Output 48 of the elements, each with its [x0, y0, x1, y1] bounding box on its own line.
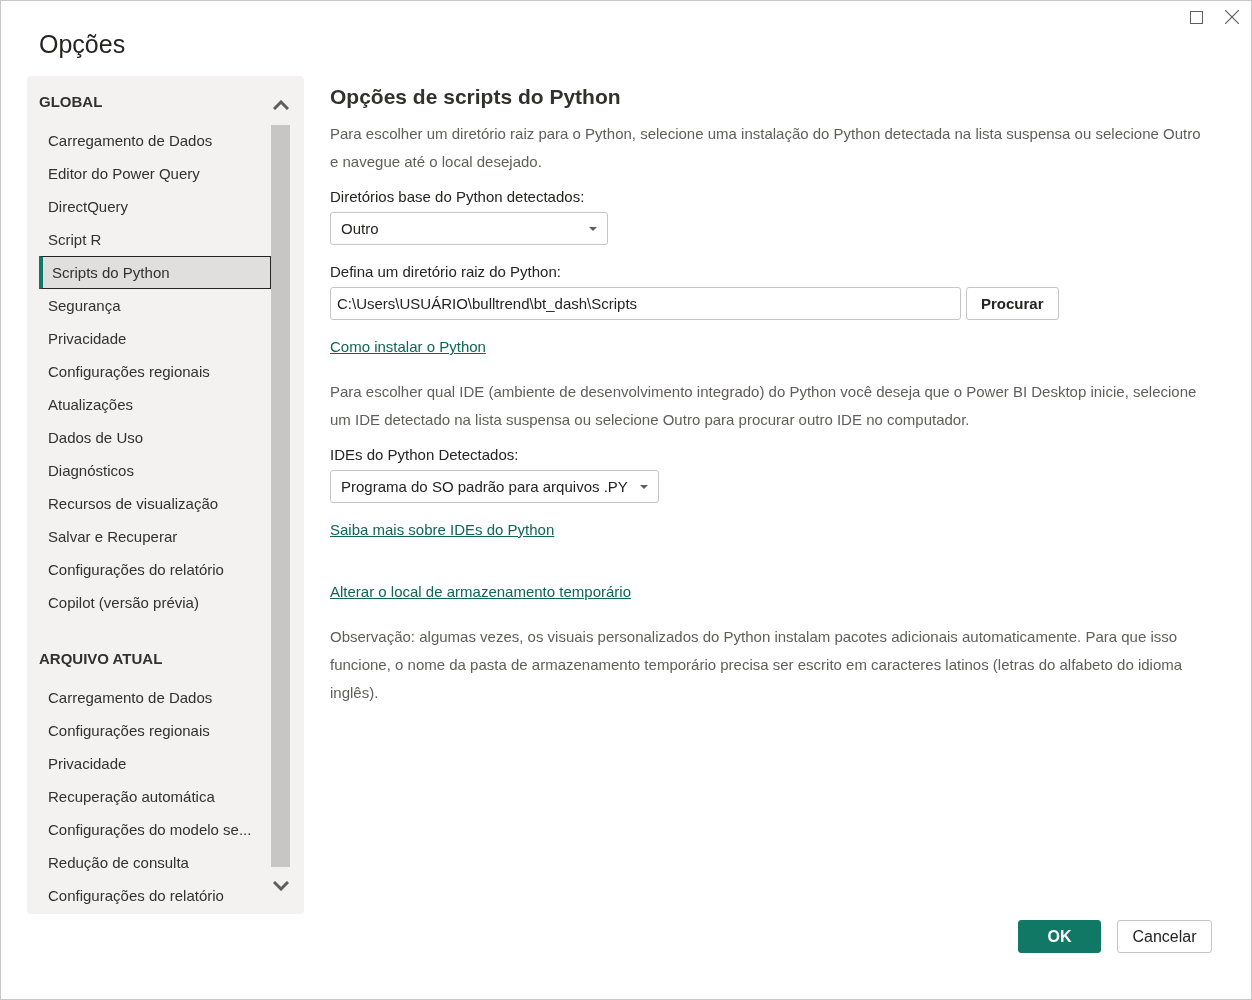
sidebar-item[interactable]: Segurança	[39, 289, 271, 322]
sidebar-item[interactable]: Recursos de visualização	[39, 487, 271, 520]
sidebar-item[interactable]: Configurações regionais	[39, 714, 271, 747]
sidebar-item[interactable]: Editor do Power Query	[39, 157, 271, 190]
dropdown[interactable]: Outro	[330, 212, 608, 245]
field-label: IDEs do Python Detectados:	[330, 445, 520, 465]
field-label: Defina um diretório raiz do Python:	[330, 262, 562, 282]
browse-button[interactable]: Procurar	[966, 287, 1059, 320]
sidebar-item[interactable]: Carregamento de Dados	[39, 681, 271, 714]
scroll-up-icon[interactable]	[272, 100, 289, 110]
help-link[interactable]: Saiba mais sobre IDEs do Python	[330, 519, 555, 541]
sidebar-item[interactable]: Copilot (versão prévia)	[39, 586, 271, 619]
sidebar-item[interactable]: Atualizações	[39, 388, 271, 421]
sidebar-item[interactable]: Configurações do relatório	[39, 553, 271, 586]
description-text: Observação: algumas vezes, os visuais personalizados do Python instalam pacotes adicionais automaticamente. Para que isso funcione, o nome da pasta de armazenamento temporário precisa ser escrito em caracteres latinos (letras do alfabeto do idioma inglês).	[330, 627, 1184, 703]
scrollbar-thumb[interactable]	[271, 125, 290, 867]
sidebar-item[interactable]: Salvar e Recuperar	[39, 520, 271, 553]
help-link[interactable]: Como instalar o Python	[330, 336, 486, 358]
dropdown-caret-icon	[639, 484, 648, 489]
section-heading: ARQUIVO ATUAL	[39, 649, 164, 669]
cancel-button[interactable]: Cancelar	[1117, 920, 1212, 953]
sidebar-item[interactable]: Configurações do modelo se...	[39, 813, 271, 846]
sidebar-item[interactable]: Scripts do Python	[39, 256, 271, 289]
maximize-icon[interactable]	[1190, 10, 1203, 24]
close-icon[interactable]	[1225, 10, 1239, 24]
description-text: Para escolher qual IDE (ambiente de desenvolvimento integrado) do Python você deseja que o Power BI Desktop inicie, selecione um IDE detectado na lista suspensa ou selecione Outro para procurar outro IDE no computador.	[330, 382, 1198, 430]
sidebar-item[interactable]: Script R	[39, 223, 271, 256]
section-heading: GLOBAL	[39, 92, 104, 112]
description-text: Para escolher um diretório raiz para o Python, selecione uma instalação do Python detectada na lista suspensa ou selecione Outro e navegue até o local desejado.	[330, 124, 1201, 172]
sidebar-item[interactable]: Recuperação automática	[39, 780, 271, 813]
sidebar-item[interactable]: Privacidade	[39, 747, 271, 780]
section-title: Opções de scripts do Python	[330, 84, 622, 110]
scroll-down-icon[interactable]	[272, 881, 289, 891]
ok-button[interactable]: OK	[1018, 920, 1101, 953]
sidebar-item[interactable]: Redução de consulta	[39, 846, 271, 879]
field-label: Diretórios base do Python detectados:	[330, 187, 586, 207]
sidebar-item[interactable]: Privacidade	[39, 322, 271, 355]
sidebar-item[interactable]: DirectQuery	[39, 190, 271, 223]
sidebar-item[interactable]: Configurações regionais	[39, 355, 271, 388]
dropdown-caret-icon	[589, 226, 597, 231]
window-title: Opções	[39, 29, 127, 59]
dropdown[interactable]: Programa do SO padrão para arquivos .PY	[330, 470, 659, 503]
sidebar-item[interactable]: Configurações do relatório	[39, 879, 271, 912]
sidebar-item[interactable]: Diagnósticos	[39, 454, 271, 487]
sidebar-item[interactable]: Dados de Uso	[39, 421, 271, 454]
help-link[interactable]: Alterar o local de armazenamento temporário	[330, 581, 631, 603]
sidebar-item[interactable]: Carregamento de Dados	[39, 124, 271, 157]
path-input-field[interactable]: C:\Users\USUÁRIO\bulltrend\bt_dash\Scripts	[330, 287, 961, 320]
